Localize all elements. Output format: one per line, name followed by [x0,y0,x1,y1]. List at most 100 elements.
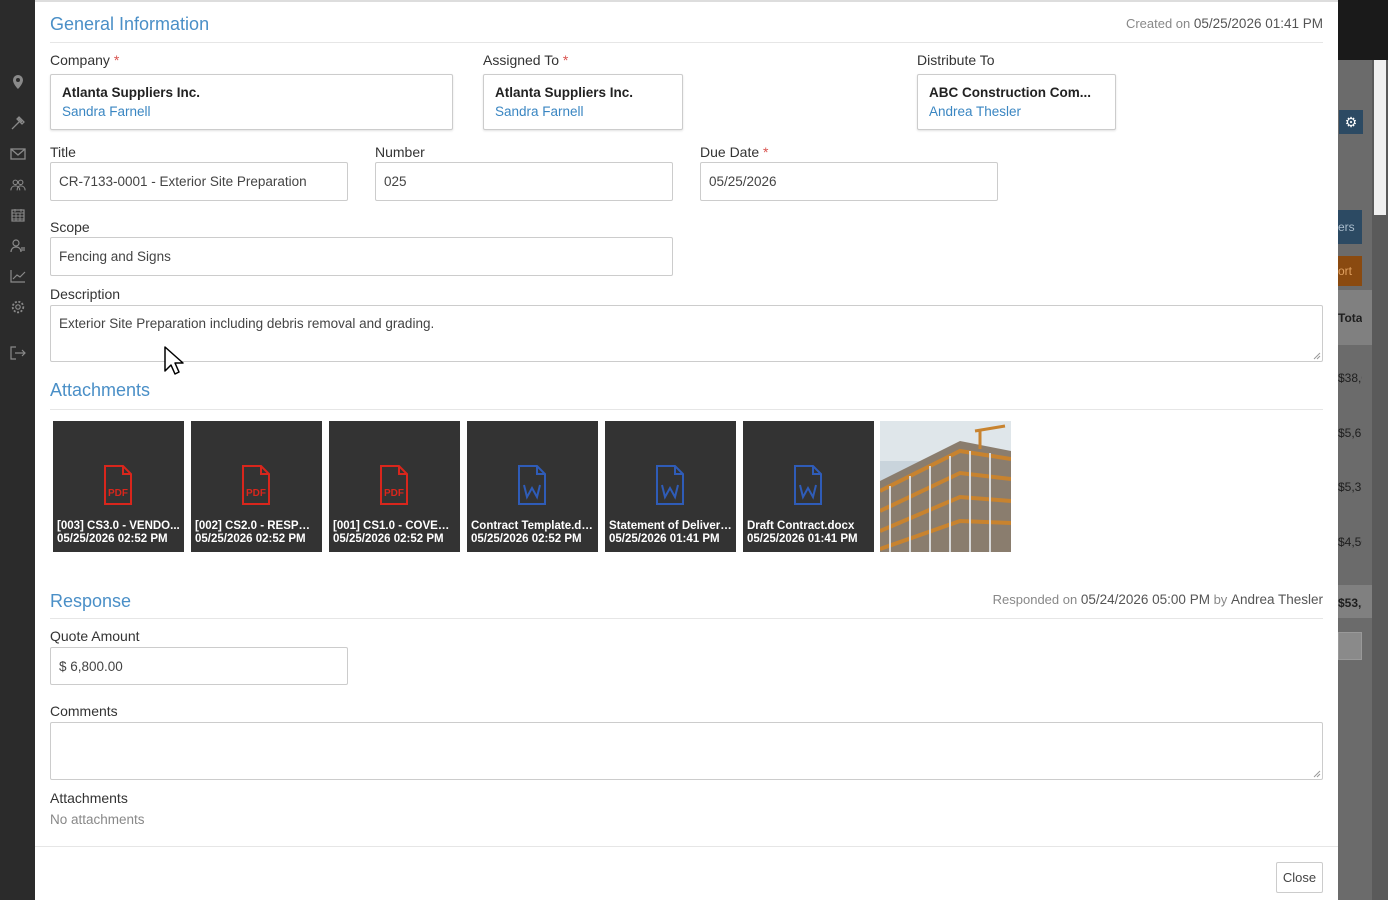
background-total-cell: $53,5 [1338,596,1362,610]
attachment-date: 05/25/2026 01:41 PM [609,533,720,545]
company-contact-link[interactable]: Sandra Farnell [62,104,441,119]
quote-amount-input[interactable]: $ 6,800.00 [50,647,348,685]
divider [50,409,1323,410]
settings-gear-icon[interactable] [10,299,26,315]
construction-photo [880,421,1011,552]
change-request-modal: General Information Created on 05/25/202… [35,0,1338,900]
word-doc-icon [518,465,546,505]
due-date-label: Due Date * [700,144,769,160]
chart-line-icon[interactable] [10,268,26,284]
assigned-to-label: Assigned To * [483,52,569,68]
attachment-name: [001] CS1.0 - COVER S... [333,520,456,532]
response-attachments-label: Attachments [50,790,128,806]
location-pin-icon[interactable] [10,74,26,90]
attachment-tile[interactable]: Statement of Delivera... 05/25/2026 01:4… [605,421,736,552]
construction-photo-attachment[interactable] [880,421,1011,552]
due-date-input[interactable]: 05/25/2026 [700,162,998,201]
no-attachments-text: No attachments [50,812,145,827]
background-total-header: Total [1338,311,1362,325]
hammer-icon[interactable] [10,115,26,131]
resize-handle-icon[interactable] [1313,352,1321,360]
attachment-date: 05/25/2026 02:52 PM [333,533,444,545]
created-on-value: 05/25/2026 01:41 PM [1193,16,1323,31]
quote-amount-label: Quote Amount [50,628,140,644]
attachment-name: [003] CS3.0 - VENDO... [57,520,180,532]
users-icon[interactable] [10,177,26,193]
pdf-icon: PDF [104,465,132,505]
svg-text:PDF: PDF [108,488,128,499]
distribute-to-name: ABC Construction Com... [929,85,1091,100]
attachment-tile[interactable]: PDF [002] CS2.0 - RESPON... 05/25/2026 0… [191,421,322,552]
mouse-cursor-icon [164,346,184,375]
assigned-to-card[interactable]: Atlanta Suppliers Inc. Sandra Farnell [483,74,683,130]
number-input[interactable]: 025 [375,162,673,201]
company-label: Company * [50,52,120,68]
attachment-tile[interactable]: PDF [003] CS3.0 - VENDO... 05/25/2026 02… [53,421,184,552]
close-button[interactable]: Close [1276,862,1323,893]
description-textarea[interactable]: Exterior Site Preparation including debr… [50,305,1323,362]
resize-handle-icon[interactable] [1313,770,1321,778]
divider [50,42,1323,43]
created-on-meta: Created on 05/25/2026 01:41 PM [1126,16,1323,31]
word-doc-icon [656,465,684,505]
responded-on-meta: Responded on 05/24/2026 05:00 PM by Andr… [993,592,1323,607]
background-gear-icon: ⚙ [1339,110,1363,134]
word-doc-icon [794,465,822,505]
distribute-to-contact-link[interactable]: Andrea Thesler [929,104,1104,119]
scrollbar-thumb[interactable] [1374,60,1386,215]
attachment-date: 05/25/2026 02:52 PM [57,533,168,545]
background-cell: $5,61 [1338,426,1362,440]
pdf-icon: PDF [242,465,270,505]
title-input[interactable]: CR-7133-0001 - Exterior Site Preparation [50,162,348,201]
description-text: Exterior Site Preparation including debr… [59,316,435,331]
attachment-date: 05/25/2026 02:52 PM [195,533,306,545]
created-on-label: Created on [1125,16,1191,31]
mail-icon[interactable] [10,146,26,162]
attachment-tile[interactable]: PDF [001] CS1.0 - COVER S... 05/25/2026 … [329,421,460,552]
attachment-name: Statement of Delivera... [609,520,732,532]
background-cell: $5,35 [1338,480,1362,494]
svg-text:PDF: PDF [384,488,404,499]
modal-footer-divider [35,846,1338,847]
scope-input[interactable]: Fencing and Signs [50,237,673,276]
general-information-title: General Information [50,14,210,34]
attachments-title: Attachments [50,380,151,400]
distribute-to-card[interactable]: ABC Construction Com... Andrea Thesler [917,74,1116,130]
distribute-to-label: Distribute To [917,52,995,68]
page-scrollbar[interactable] [1372,60,1388,900]
response-title: Response [50,591,132,611]
company-card[interactable]: Atlanta Suppliers Inc. Sandra Farnell [50,74,453,130]
logout-icon[interactable] [10,345,26,361]
contacts-icon[interactable] [10,238,26,254]
attachment-name: [002] CS2.0 - RESPON... [195,520,318,532]
calendar-icon[interactable] [10,207,26,223]
svg-text:PDF: PDF [246,488,266,499]
attachment-tile[interactable]: Contract Template.docx 05/25/2026 02:52 … [467,421,598,552]
background-button: ers [1338,210,1362,244]
assigned-to-name: Atlanta Suppliers Inc. [495,85,634,100]
number-label: Number [375,144,425,160]
attachment-date: 05/25/2026 02:52 PM [471,533,582,545]
attachment-tile[interactable]: Draft Contract.docx 05/25/2026 01:41 PM [743,421,874,552]
comments-label: Comments [50,703,118,719]
app-sidebar [0,0,35,900]
comments-textarea[interactable] [50,722,1323,780]
background-cell: $38,0 [1338,371,1362,385]
company-name: Atlanta Suppliers Inc. [62,85,201,100]
pdf-icon: PDF [380,465,408,505]
divider [50,618,1323,619]
background-cell: $4,50 [1338,535,1362,549]
assigned-to-contact-link[interactable]: Sandra Farnell [495,104,671,119]
attachment-date: 05/25/2026 01:41 PM [747,533,858,545]
attachment-name: Draft Contract.docx [747,520,855,532]
description-label: Description [50,286,121,302]
responded-on-label: Responded on [992,592,1078,607]
responded-on-date: 05/24/2026 05:00 PM [1080,592,1210,607]
responder-name: Andrea Thesler [1230,592,1323,607]
responded-by-label: by [1213,592,1228,607]
background-export-button: ort [1338,256,1362,286]
scope-label: Scope [50,219,90,235]
attachment-name: Contract Template.docx [471,520,594,532]
background-select [1338,632,1362,660]
title-label: Title [50,144,76,160]
